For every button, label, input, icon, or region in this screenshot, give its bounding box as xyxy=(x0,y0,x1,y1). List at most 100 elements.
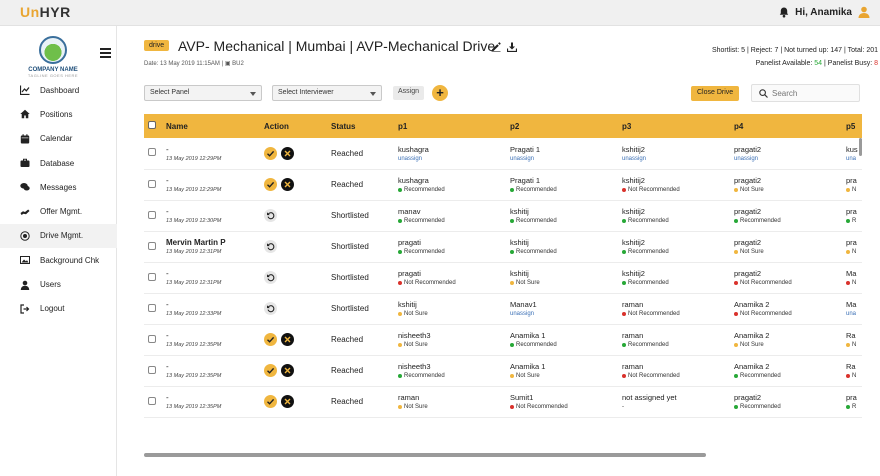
user-avatar-icon[interactable] xyxy=(858,6,870,18)
top-bar: UnHYR Hi, Anamika xyxy=(0,0,880,26)
row-checkbox[interactable] xyxy=(148,303,156,312)
feedback-status: R xyxy=(846,218,862,224)
sidebar-item-messages[interactable]: Messages xyxy=(0,175,117,199)
feedback-status: Not Sure xyxy=(398,404,506,410)
status-dot-icon xyxy=(846,374,850,378)
sidebar-item-dashboard[interactable]: Dashboard xyxy=(0,78,117,102)
close-drive-button[interactable]: Close Drive xyxy=(691,86,740,101)
horizontal-scrollbar[interactable] xyxy=(144,453,862,457)
search-input[interactable] xyxy=(772,87,856,100)
undo-icon[interactable] xyxy=(264,209,277,222)
feedback-label: Recommended xyxy=(404,187,445,193)
status-cell: Reached xyxy=(331,335,364,344)
bell-icon[interactable] xyxy=(779,7,789,18)
sidebar-item-database[interactable]: Database xyxy=(0,151,117,175)
reject-icon[interactable] xyxy=(281,395,294,408)
select-interviewer-dropdown[interactable]: Select Interviewer xyxy=(272,85,382,101)
sidebar-item-calendar[interactable]: Calendar xyxy=(0,127,117,151)
status-dot-icon xyxy=(734,250,738,254)
approve-icon[interactable] xyxy=(264,364,277,377)
unassign-link[interactable]: unassign xyxy=(622,156,730,162)
feedback-label: Recommended xyxy=(628,249,669,255)
assign-button[interactable]: Assign xyxy=(393,86,425,100)
sidebar-item-offer-mgmt[interactable]: Offer Mgmt. xyxy=(0,199,117,223)
undo-icon[interactable] xyxy=(264,302,277,315)
candidate-name[interactable]: - xyxy=(166,176,260,185)
feedback-label: Not Recommended xyxy=(516,404,568,410)
column-header-p1: p1 xyxy=(398,121,408,131)
undo-icon[interactable] xyxy=(264,240,277,253)
app-logo[interactable]: UnHYR xyxy=(20,4,71,20)
sidebar-item-background-chk[interactable]: Background Chk xyxy=(0,248,117,272)
drive-icon xyxy=(19,230,30,241)
unassign-link[interactable]: una xyxy=(846,311,862,317)
candidate-name-cell: -13 May 2019 12:29PM xyxy=(162,138,260,169)
sidebar-item-logout[interactable]: Logout xyxy=(0,297,117,321)
candidate-name[interactable]: - xyxy=(166,300,260,309)
feedback-label: R xyxy=(852,404,857,410)
table-row: - 13 May 2019 12:30PM Shortlisted manav Reco… xyxy=(144,200,862,231)
unassign-link[interactable]: unassign xyxy=(510,311,618,317)
candidate-name[interactable]: - xyxy=(166,362,260,371)
panelist-cell-p5: pra R xyxy=(842,200,862,231)
user-greeting[interactable]: Hi, Anamika xyxy=(795,7,852,18)
feedback-status: Recommended xyxy=(398,218,506,224)
unassign-link[interactable]: unassign xyxy=(510,156,618,162)
approve-icon[interactable] xyxy=(264,333,277,346)
sidebar-item-drive-mgmt[interactable]: Drive Mgmt. xyxy=(0,223,117,249)
edit-icon[interactable] xyxy=(491,42,501,52)
vertical-scrollbar[interactable] xyxy=(859,138,862,156)
candidate-name[interactable]: - xyxy=(166,393,260,402)
candidate-name[interactable]: - xyxy=(166,207,260,216)
sidebar-item-positions[interactable]: Positions xyxy=(0,102,117,126)
column-header-p2: p2 xyxy=(510,121,520,131)
row-checkbox[interactable] xyxy=(148,334,156,343)
panelist-cell-p1: kshitij Not Sure xyxy=(394,293,506,324)
calendar-icon xyxy=(19,133,30,144)
unassign-link[interactable]: unassign xyxy=(398,156,506,162)
approve-icon[interactable] xyxy=(264,146,277,160)
candidate-name[interactable]: - xyxy=(166,269,260,278)
row-checkbox[interactable] xyxy=(148,396,156,405)
reject-icon[interactable] xyxy=(281,364,294,377)
feedback-status: Not Recommended xyxy=(734,311,842,317)
hamburger-menu-icon[interactable] xyxy=(100,48,111,58)
row-checkbox[interactable] xyxy=(148,210,156,219)
panelist-cell-p4: Anamika 2 Not Recommended xyxy=(730,293,842,324)
approve-icon[interactable] xyxy=(264,178,277,191)
undo-icon[interactable] xyxy=(264,271,277,284)
feedback-status: Not Sure xyxy=(734,342,842,348)
row-checkbox[interactable] xyxy=(148,272,156,281)
row-checkbox[interactable] xyxy=(148,148,156,157)
row-checkbox[interactable] xyxy=(148,241,156,250)
horizontal-scrollbar-thumb[interactable] xyxy=(144,453,706,457)
status-dot-icon xyxy=(734,312,738,316)
candidate-name[interactable]: - xyxy=(166,145,260,154)
candidate-name[interactable]: - xyxy=(166,331,260,340)
add-button[interactable]: + xyxy=(432,85,448,101)
status-cell: Shortlisted xyxy=(331,211,369,220)
feedback-label: Recommended xyxy=(628,280,669,286)
feedback-label: Recommended xyxy=(404,218,445,224)
candidate-name[interactable]: Mervin Martin P xyxy=(166,238,260,247)
sidebar-item-users[interactable]: Users xyxy=(0,272,117,296)
search-box[interactable] xyxy=(751,84,860,102)
reject-icon[interactable] xyxy=(281,178,294,191)
select-panel-dropdown[interactable]: Select Panel xyxy=(144,85,262,101)
panelist-cell-p1: kushagra Recommended xyxy=(394,169,506,200)
user-area: Hi, Anamika xyxy=(779,6,870,18)
unassign-link[interactable]: unassign xyxy=(734,156,842,162)
status-dot-icon xyxy=(398,312,402,316)
panelist-name: pra xyxy=(846,393,857,402)
feedback-label: Recommended xyxy=(516,187,557,193)
row-checkbox[interactable] xyxy=(148,179,156,188)
row-checkbox[interactable] xyxy=(148,365,156,374)
search-icon xyxy=(759,89,768,98)
reject-icon[interactable] xyxy=(281,146,294,160)
select-all-checkbox[interactable] xyxy=(148,121,156,129)
approve-icon[interactable] xyxy=(264,395,277,408)
column-header-name[interactable]: Name xyxy=(162,114,260,138)
download-icon[interactable] xyxy=(507,42,517,52)
reject-icon[interactable] xyxy=(281,333,294,346)
unassign-link[interactable]: una xyxy=(846,156,862,162)
